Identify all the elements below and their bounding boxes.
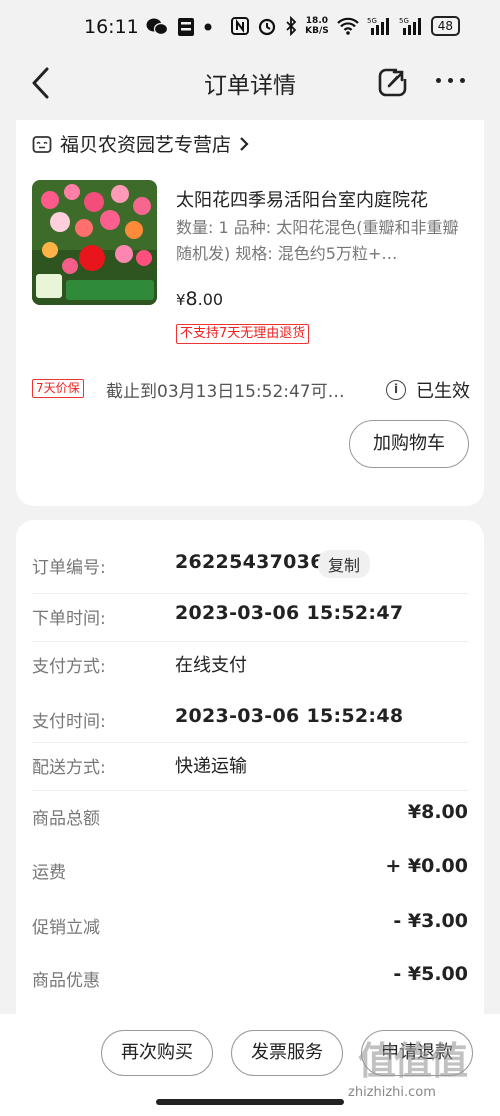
row-label: 配送方式: [32, 758, 106, 778]
battery-indicator: 48 [430, 16, 460, 36]
info-icon[interactable]: i [386, 380, 406, 400]
wechat-icon [146, 18, 168, 36]
order-number-row: 订单编号: 262254370368 复制 [32, 539, 468, 594]
svg-text:5G: 5G [399, 17, 409, 25]
payment-method: 在线支付 [175, 655, 247, 676]
bluetooth-icon [286, 16, 297, 36]
amount-label: 商品优惠 [32, 971, 100, 991]
delivery-method: 快递运输 [175, 756, 247, 777]
price-protect-text: 截止到03月13日15:52:47可… [106, 382, 345, 402]
price-protection-row[interactable]: 7天价保 截止到03月13日15:52:47可… i 已生效 [32, 377, 470, 403]
payment-time-row: 支付时间: 2023-03-06 15:52:48 [32, 697, 468, 743]
payment-time: 2023-03-06 15:52:48 [175, 705, 404, 727]
status-system-icons: 18.0 KB/S 5G 5G 48 [231, 16, 460, 36]
no-return-badge: 不支持7天无理由退货 [176, 324, 310, 344]
amount-value: - ¥5.00 [393, 963, 468, 985]
network-speed: 18.0 KB/S [305, 16, 329, 36]
price-dec: .00 [197, 290, 224, 309]
product-title[interactable]: 太阳花四季易活阳台室内庭院花 [176, 186, 428, 212]
amount-value: - ¥3.00 [393, 910, 468, 932]
product-spec: 数量: 1 品种: 太阳花混色(重瓣和非重瓣随机发) 规格: 混色约5万粒+… [176, 218, 459, 263]
app-notification-icon [178, 18, 194, 36]
status-bar: 16:11 18.0 KB/S 5G 5G 48 [0, 0, 500, 58]
buy-again-button[interactable]: 再次购买 [101, 1030, 213, 1076]
amount-row-discount: 商品优惠 - ¥5.00 [32, 958, 468, 1008]
status-text: 已生效 [416, 381, 470, 402]
amount-value: + ¥0.00 [385, 855, 468, 877]
more-horizontal-icon[interactable] [436, 78, 465, 83]
amount-row-promotion: 促销立减 - ¥3.00 [32, 905, 468, 955]
order-info-card: 订单编号: 262254370368 复制 下单时间: 2023-03-06 1… [16, 520, 484, 1020]
share-icon[interactable] [378, 67, 408, 97]
payment-method-row: 支付方式: 在线支付 [32, 642, 468, 697]
add-to-cart-button[interactable]: 加购物车 [349, 420, 469, 468]
price-int: 8 [185, 288, 198, 310]
row-label: 订单编号: [32, 558, 106, 578]
row-label: 支付时间: [32, 712, 106, 732]
nfc-icon [231, 17, 250, 35]
product-card: 福贝农资园艺专营店 太阳花四季易活阳台室内庭院花 数量: 1 品种: 太阳花混色… [16, 120, 484, 506]
order-time-row: 下单时间: 2023-03-06 15:52:47 [32, 594, 468, 642]
product-price: ¥8.00 [176, 288, 223, 310]
copy-button[interactable]: 复制 [318, 550, 371, 578]
product-image[interactable] [32, 180, 157, 305]
row-label: 支付方式: [32, 657, 106, 677]
amount-row-total: 商品总额 ¥8.00 [32, 796, 468, 846]
watermark-url: zhizhizhi.com [348, 1085, 436, 1100]
amount-row-shipping: 运费 + ¥0.00 [32, 850, 468, 900]
invoice-service-button[interactable]: 发票服务 [231, 1030, 343, 1076]
store-name: 福贝农资园艺专营店 [60, 134, 232, 156]
signal-5g-icon-2: 5G [399, 17, 421, 35]
amount-label: 促销立减 [32, 918, 100, 938]
watermark-logo: 值值值 [358, 1039, 468, 1083]
price-protect-badge: 7天价保 [32, 379, 84, 398]
order-time: 2023-03-06 15:52:47 [175, 602, 404, 624]
dot-icon [204, 23, 212, 31]
svg-text:5G: 5G [367, 17, 377, 25]
amount-label: 商品总额 [32, 809, 100, 829]
signal-5g-icon: 5G [367, 17, 389, 35]
home-indicator[interactable] [156, 1099, 344, 1105]
alarm-icon [259, 18, 276, 36]
price-protect-status: i 已生效 [386, 377, 470, 403]
nav-bar: 订单详情 [0, 58, 500, 108]
status-time: 16:11 [84, 16, 139, 38]
store-icon [32, 135, 52, 153]
order-number: 262254370368 [175, 551, 338, 573]
amount-label: 运费 [32, 863, 66, 883]
chevron-right-icon [240, 136, 249, 151]
amount-value: ¥8.00 [407, 801, 468, 823]
page-title: 订单详情 [204, 73, 296, 99]
wifi-icon [336, 17, 359, 35]
status-notification-icons [146, 17, 212, 37]
price-symbol: ¥ [176, 291, 186, 309]
row-label: 下单时间: [32, 609, 106, 629]
delivery-method-row: 配送方式: 快递运输 [32, 743, 468, 791]
store-header[interactable]: 福贝农资园艺专营店 [32, 130, 249, 157]
